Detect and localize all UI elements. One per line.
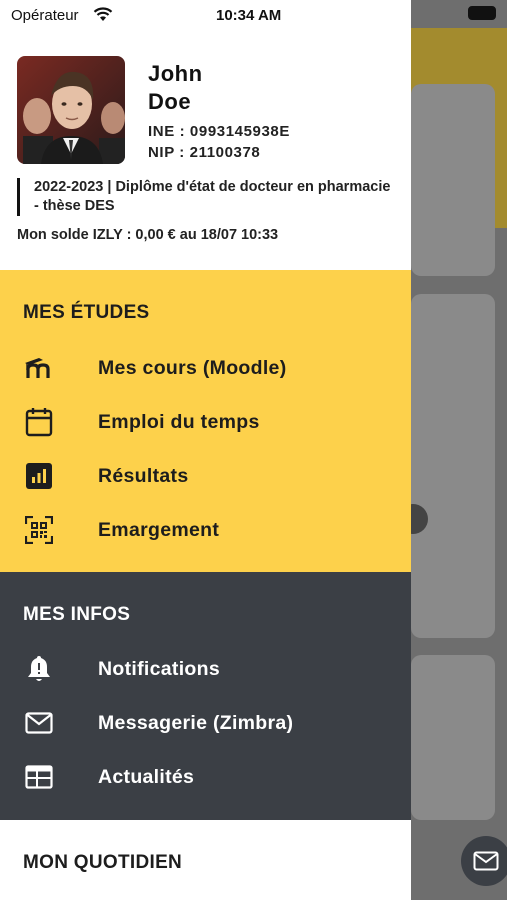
background-card bbox=[411, 294, 495, 638]
menu-item-moodle[interactable]: Mes cours (Moodle) bbox=[0, 343, 411, 393]
status-time: 10:34 AM bbox=[216, 7, 282, 24]
menu-item-actualites[interactable]: Actualités bbox=[0, 752, 411, 802]
menu-label-moodle: Mes cours (Moodle) bbox=[98, 356, 287, 379]
chart-icon bbox=[23, 460, 55, 492]
menu-item-messagerie[interactable]: Messagerie (Zimbra) bbox=[0, 698, 411, 748]
menu-label-actualites: Actualités bbox=[98, 765, 195, 788]
navigation-drawer: Opérateur 10:34 AM John Doe INE: 099314… bbox=[0, 0, 411, 900]
section-mon-quotidien: MON QUOTIDIEN bbox=[0, 820, 411, 900]
carrier-label: Opérateur bbox=[11, 7, 79, 24]
menu-label-emargement: Emargement bbox=[98, 518, 220, 541]
section-title-infos: MES INFOS bbox=[23, 604, 131, 625]
menu-label-emploi-du-temps: Emploi du temps bbox=[98, 410, 260, 433]
user-first-name: John bbox=[148, 61, 203, 86]
menu-label-messagerie: Messagerie (Zimbra) bbox=[98, 711, 294, 734]
menu-item-emargement[interactable]: Emargement bbox=[0, 505, 411, 555]
ine-number: INE : 0993145938E bbox=[148, 123, 290, 140]
menu-label-resultats: Résultats bbox=[98, 464, 189, 487]
menu-item-notifications[interactable]: Notifications bbox=[0, 644, 411, 694]
section-mes-etudes: MES ÉTUDES Mes cours (Moodle) Emploi du … bbox=[0, 270, 411, 572]
bell-icon bbox=[23, 653, 55, 685]
profile-photo bbox=[17, 56, 125, 164]
moodle-icon bbox=[23, 352, 55, 384]
battery-icon bbox=[468, 6, 496, 20]
calendar-icon bbox=[23, 406, 55, 438]
floating-mail-button[interactable] bbox=[461, 836, 507, 886]
izly-balance: Mon solde IZLY : 0,00 € au 18/07 10:33 bbox=[17, 227, 279, 243]
section-title-quotidien: MON QUOTIDIEN bbox=[23, 852, 183, 873]
status-bar: Opérateur 10:34 AM bbox=[0, 0, 411, 32]
menu-label-notifications: Notifications bbox=[98, 657, 220, 680]
user-name: John Doe bbox=[148, 60, 203, 116]
background-card bbox=[411, 655, 495, 820]
section-title-etudes: MES ÉTUDES bbox=[23, 302, 150, 323]
user-last-name: Doe bbox=[148, 89, 192, 114]
background-card bbox=[411, 84, 495, 276]
nip-number: NIP : 21100378 bbox=[148, 144, 261, 161]
menu-item-emploi-du-temps[interactable]: Emploi du temps bbox=[0, 397, 411, 447]
mail-icon bbox=[23, 707, 55, 739]
news-icon bbox=[23, 761, 55, 793]
menu-item-resultats[interactable]: Résultats bbox=[0, 451, 411, 501]
section-mes-infos: MES INFOS Notifications Messagerie (Zimb… bbox=[0, 572, 411, 820]
mail-icon bbox=[473, 851, 499, 871]
qr-code-icon bbox=[23, 514, 55, 546]
wifi-icon bbox=[93, 7, 113, 21]
profile-header: John Doe INE : 0993145938E NIP : 2110037… bbox=[0, 32, 411, 270]
avatar[interactable] bbox=[17, 56, 125, 164]
degree-info: 2022-2023 | Diplôme d'état de docteur en… bbox=[17, 178, 397, 216]
